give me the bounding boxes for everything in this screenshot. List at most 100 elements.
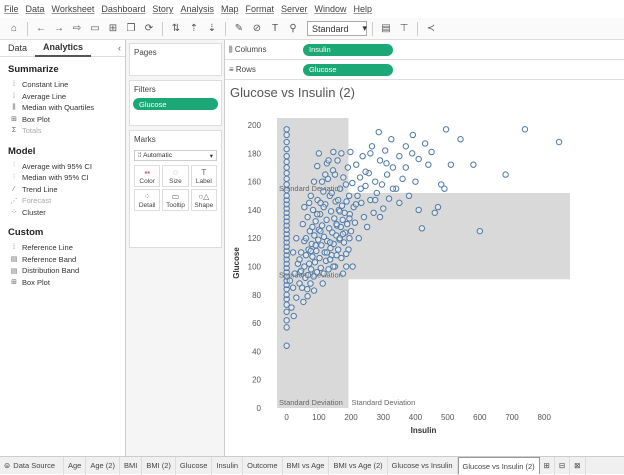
scatter-chart[interactable]: Standard Deviation Standard DeviationStan… — [225, 80, 624, 456]
group-icon[interactable]: ⊘ — [249, 21, 265, 37]
data-point — [311, 259, 319, 266]
data-point — [304, 285, 311, 293]
columns-pill-insulin[interactable]: Insulin — [303, 43, 393, 56]
summarize-item[interactable]: ⫼ Median with Quartiles — [0, 102, 125, 114]
menu-map[interactable]: Map — [221, 4, 239, 14]
sheet-tab[interactable]: Glucose vs Insulin (2) — [457, 457, 540, 474]
data-point — [326, 239, 334, 246]
custom-item[interactable]: ⁞ Reference Line — [0, 242, 125, 254]
sheet-tab[interactable]: Age (2) — [86, 456, 120, 475]
summarize-item[interactable]: ⁞ Constant Line — [0, 79, 125, 91]
x-tick-label: 400 — [409, 413, 423, 422]
model-item[interactable]: ⫶ Median with 95% CI — [0, 172, 125, 184]
model-item[interactable]: ⁘ Cluster — [0, 207, 125, 219]
menu-help[interactable]: Help — [354, 4, 373, 14]
collapse-pane-icon[interactable]: ‹ — [118, 43, 125, 53]
tab-data[interactable]: Data — [0, 40, 35, 57]
menu-server[interactable]: Server — [281, 4, 308, 14]
menu-story[interactable]: Story — [152, 4, 173, 14]
sheet-tab[interactable]: Insulin — [212, 456, 244, 475]
undo-icon[interactable]: ← — [33, 21, 49, 37]
label-button[interactable]: T Label — [190, 165, 217, 187]
shape-label: Shape — [194, 201, 214, 209]
data-point — [309, 206, 317, 214]
detail-icon: ⁘ — [143, 191, 151, 201]
data-point — [342, 181, 350, 188]
menu-data[interactable]: Data — [26, 4, 45, 14]
sheet-tab-label: Glucose — [179, 461, 208, 470]
sheet-tab[interactable]: BMI (2) — [142, 456, 176, 475]
shape-button[interactable]: ○△ Shape — [190, 189, 217, 211]
highlight-icon[interactable]: ✎ — [231, 21, 247, 37]
fit-select[interactable]: Standard ▾ — [307, 21, 367, 36]
new-worksheet-icon[interactable]: ⊞ — [540, 456, 555, 475]
size-button[interactable]: ◌ Size — [162, 165, 189, 187]
tab-analytics[interactable]: Analytics — [35, 40, 92, 57]
data-point — [283, 131, 290, 139]
filters-card[interactable]: Filters Glucose — [129, 80, 222, 126]
new-datasource-icon[interactable]: ▭ — [87, 21, 103, 37]
menu-analysis[interactable]: Analysis — [180, 4, 214, 14]
color-button[interactable]: ▪▪ Color — [134, 165, 161, 187]
custom-item[interactable]: ▤ Reference Band — [0, 254, 125, 266]
data-point — [380, 205, 387, 212]
tooltip-button[interactable]: ▭ Tooltip — [162, 189, 189, 211]
new-dashboard-icon[interactable]: ⊟ — [555, 456, 571, 475]
new-worksheet-icon[interactable]: ⊞ — [105, 21, 121, 37]
home-icon[interactable]: ⌂ — [6, 21, 22, 37]
sheet-tab[interactable]: Age — [64, 456, 87, 475]
mark-type-select[interactable]: ⁞⁞ Automatic ▾ — [134, 150, 217, 161]
menu-dashboard[interactable]: Dashboard — [101, 4, 145, 14]
tab-data-source[interactable]: ⊜ Data Source — [0, 456, 64, 475]
model-item[interactable]: ⫶ Average with 95% CI — [0, 161, 125, 173]
new-story-icon[interactable]: ⊠ — [570, 456, 586, 475]
duplicate-icon[interactable]: ❐ — [123, 21, 139, 37]
data-point — [327, 208, 335, 215]
custom-item[interactable]: ⊞ Box Plot — [0, 277, 125, 289]
data-point — [283, 158, 290, 166]
data-point — [412, 178, 419, 185]
sheet-tab[interactable]: Outcome — [243, 456, 283, 475]
rows-pill-glucose[interactable]: Glucose — [303, 63, 393, 76]
menu-format[interactable]: Format — [245, 4, 274, 14]
ci-icon: ⫶ — [13, 173, 15, 181]
menu-file[interactable]: File — [4, 4, 19, 14]
model-item-label: Median with 95% CI — [22, 173, 89, 183]
data-point — [352, 201, 360, 208]
summarize-item[interactable]: ⊞ Box Plot — [0, 114, 125, 126]
presentation-icon[interactable]: ▤ — [378, 21, 394, 37]
detail-button[interactable]: ⁘ Detail — [134, 189, 161, 211]
sheet-tab[interactable]: BMI vs Age — [283, 456, 330, 475]
summarize-item[interactable]: ⁞ Average Line — [0, 91, 125, 103]
share-icon[interactable]: ≺ — [423, 21, 439, 37]
pages-card[interactable]: Pages — [129, 43, 222, 76]
x-tick-label: 100 — [312, 413, 326, 422]
model-item-label: Average with 95% CI — [22, 161, 92, 171]
ci-icon: ⫶ — [13, 162, 15, 170]
redo-icon[interactable]: → — [51, 21, 67, 37]
y-tick-label: 0 — [257, 404, 262, 413]
sheet-tab[interactable]: BMI — [120, 456, 143, 475]
data-source-icon[interactable]: ⇨ — [69, 21, 85, 37]
sort-desc-icon[interactable]: ⇣ — [204, 21, 220, 37]
custom-item[interactable]: ▤ Distribution Band — [0, 265, 125, 277]
summarize-item-label: Box Plot — [22, 114, 50, 124]
sheet-tab[interactable]: Glucose — [176, 456, 213, 475]
sheet-tab-label: Glucose vs Insulin (2) — [462, 461, 535, 471]
menu-worksheet[interactable]: Worksheet — [52, 4, 95, 14]
sheet-tab[interactable]: Glucose vs Insulin — [388, 456, 458, 475]
data-point — [334, 196, 342, 204]
data-point — [283, 342, 290, 349]
model-item[interactable]: ⁄ Trend Line — [0, 184, 125, 196]
pin-icon[interactable]: ⚲ — [285, 21, 301, 37]
filter-pill-glucose[interactable]: Glucose — [133, 98, 218, 110]
device-preview-icon[interactable]: ⊤ — [396, 21, 412, 37]
data-point — [305, 260, 313, 267]
refresh-icon[interactable]: ⟳ — [141, 21, 157, 37]
menu-window[interactable]: Window — [315, 4, 347, 14]
sheet-tab[interactable]: BMI vs Age (2) — [329, 456, 388, 475]
swap-icon[interactable]: ⇅ — [168, 21, 184, 37]
label-icon[interactable]: T — [267, 21, 283, 37]
data-point — [428, 148, 435, 156]
sort-asc-icon[interactable]: ⇡ — [186, 21, 202, 37]
